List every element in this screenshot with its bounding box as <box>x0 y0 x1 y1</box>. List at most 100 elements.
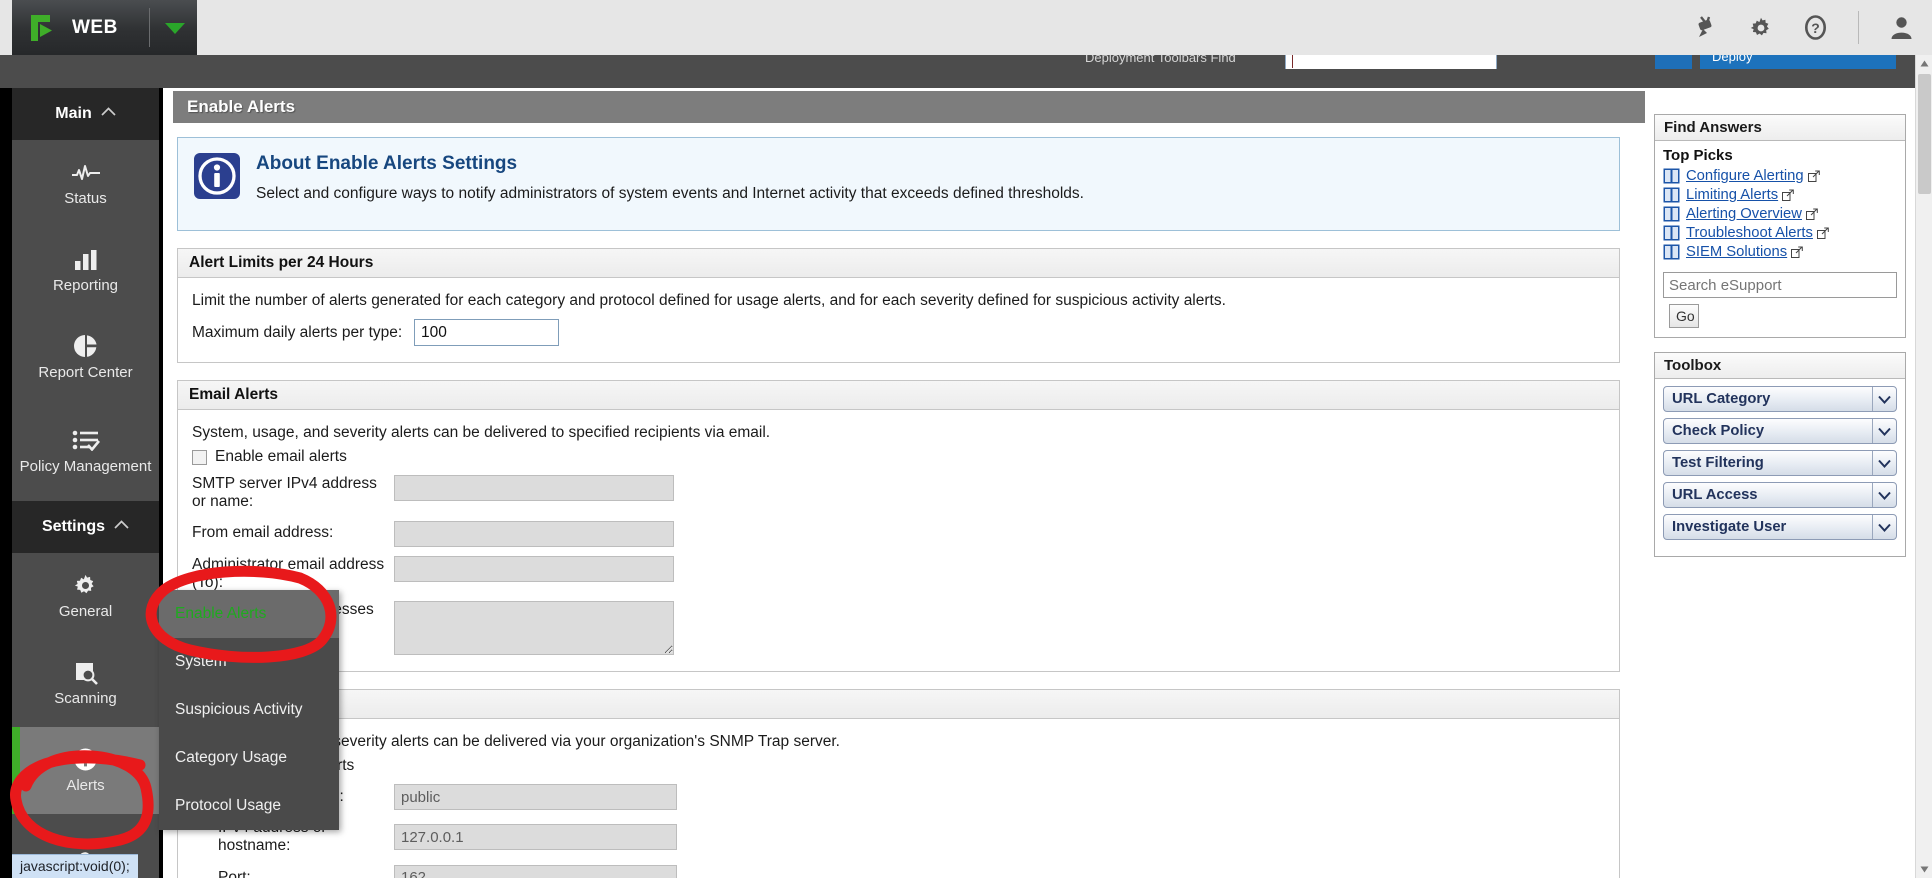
email-alerts-heading: Email Alerts <box>178 381 1619 410</box>
svg-text:?: ? <box>1811 20 1820 36</box>
page-scrollbar[interactable] <box>1915 55 1932 878</box>
sidebar-group-main[interactable]: Main <box>12 88 159 140</box>
sidebar-item-general[interactable]: General <box>12 553 159 640</box>
secondary-toolbar-label: Deployment Toolbars Find <box>1085 55 1236 65</box>
chevron-down-icon[interactable] <box>165 23 185 34</box>
toolbox-check-policy-select[interactable]: Check Policy <box>1663 418 1897 444</box>
email-alerts-description: System, usage, and severity alerts can b… <box>192 424 771 441</box>
snmp-port-input[interactable] <box>394 864 677 878</box>
link-troubleshoot-alerts[interactable]: Troubleshoot Alerts <box>1686 225 1813 241</box>
sidebar-item-report-center[interactable]: Report Center <box>12 314 159 401</box>
book-icon <box>1663 244 1680 260</box>
find-answers-heading: Find Answers <box>1655 115 1905 141</box>
toolbar-small-button[interactable] <box>1655 55 1692 69</box>
sidebar-group-settings[interactable]: Settings <box>12 501 159 553</box>
toolbox-option-label: Test Filtering <box>1672 455 1764 471</box>
snmp-alerts-heading: SNMP Alerts <box>178 690 1619 720</box>
plug-icon[interactable] <box>1693 14 1718 41</box>
scroll-down-arrow-icon[interactable] <box>1916 861 1932 878</box>
admin-email-input[interactable] <box>394 555 674 582</box>
flyout-item-protocol-usage[interactable]: Protocol Usage <box>159 782 339 830</box>
search-go-button[interactable]: Go <box>1669 304 1699 328</box>
sidebar-item-label: Policy Management <box>19 457 152 475</box>
user-avatar-icon[interactable] <box>1889 14 1914 41</box>
chevron-down-icon <box>1872 483 1896 507</box>
smtp-server-label: SMTP server IPv4 address or name: <box>192 475 377 511</box>
flyout-item-category-usage[interactable]: Category Usage <box>159 734 339 782</box>
flyout-item-suspicious-activity[interactable]: Suspicious Activity <box>159 686 339 734</box>
sidebar-group-settings-label: Settings <box>41 518 106 535</box>
sidebar-item-status[interactable]: Status <box>12 140 159 227</box>
sidebar-item-scanning[interactable]: Scanning <box>12 640 159 727</box>
snmp-ipv4-input[interactable] <box>394 824 677 851</box>
enable-email-alerts-label: Enable email alerts <box>215 448 347 465</box>
search-esupport-input[interactable] <box>1663 272 1897 298</box>
brand-block[interactable]: WEB <box>12 0 197 55</box>
sidebar-item-label: Status <box>64 190 107 208</box>
bar-chart-icon <box>74 246 98 273</box>
smtp-server-input[interactable] <box>394 475 674 501</box>
pulse-icon <box>71 159 101 186</box>
page-title: Enable Alerts <box>173 91 1645 123</box>
right-side-panel: Find Answers Top Picks Configure Alertin… <box>1645 88 1915 878</box>
flyout-item-label: Protocol Usage <box>175 797 281 814</box>
find-answers-link-row[interactable]: SIEM Solutions <box>1663 244 1897 260</box>
external-link-icon <box>1807 170 1820 182</box>
alert-limits-description: Limit the number of alerts generated for… <box>192 292 1226 309</box>
find-answers-link-row[interactable]: Troubleshoot Alerts <box>1663 225 1897 241</box>
external-link-icon <box>1805 208 1818 220</box>
alert-limits-section: Alert Limits per 24 Hours Limit the numb… <box>177 248 1620 363</box>
toolbox-url-category-select[interactable]: URL Category <box>1663 386 1897 412</box>
left-black-gutter <box>0 0 12 878</box>
toolbox-url-access-select[interactable]: URL Access <box>1663 482 1897 508</box>
main-content-area: Enable Alerts About Enable Alerts Settin… <box>159 88 1645 878</box>
toolbox-heading: Toolbox <box>1655 353 1905 379</box>
link-configure-alerting[interactable]: Configure Alerting <box>1686 168 1804 184</box>
max-daily-alerts-input[interactable] <box>414 319 559 346</box>
link-alerting-overview[interactable]: Alerting Overview <box>1686 206 1802 222</box>
toolbox-option-label: URL Category <box>1672 391 1771 407</box>
sidebar-item-label: Report Center <box>38 364 133 382</box>
sidebar-item-label: Alerts <box>66 777 105 795</box>
flyout-item-label: Category Usage <box>175 749 288 766</box>
toolbox-investigate-user-select[interactable]: Investigate User <box>1663 514 1897 540</box>
from-email-input[interactable] <box>394 520 674 547</box>
toolbar-search-input[interactable] <box>1285 55 1497 69</box>
from-email-label: From email address: <box>192 524 334 542</box>
find-answers-link-row[interactable]: Limiting Alerts <box>1663 187 1897 203</box>
sidebar-item-reporting[interactable]: Reporting <box>12 227 159 314</box>
sidebar-item-policy-management[interactable]: Policy Management <box>12 401 159 501</box>
info-icon <box>194 153 240 199</box>
external-link-icon <box>1791 246 1803 258</box>
scrollbar-thumb[interactable] <box>1918 74 1931 194</box>
forcepoint-logo-icon <box>26 11 60 45</box>
chevron-down-icon <box>1872 387 1896 411</box>
external-link-icon <box>1782 189 1794 201</box>
about-title: About Enable Alerts Settings <box>256 153 518 174</box>
gear-icon[interactable] <box>1748 14 1773 41</box>
alerts-flyout-menu: Enable Alerts System Suspicious Activity… <box>159 590 339 830</box>
toolbox-option-label: URL Access <box>1672 487 1758 503</box>
find-answers-link-row[interactable]: Alerting Overview <box>1663 206 1897 222</box>
enable-email-alerts-checkbox[interactable] <box>192 449 207 465</box>
toolbox-card: Toolbox URL Category Check Policy Test F… <box>1654 352 1906 557</box>
toolbox-option-label: Investigate User <box>1672 519 1787 535</box>
flyout-item-enable-alerts[interactable]: Enable Alerts <box>159 590 339 638</box>
sidebar-item-alerts[interactable]: Alerts <box>12 727 159 814</box>
scroll-up-arrow-icon[interactable] <box>1916 55 1932 72</box>
left-sidebar: Main Status Reporting Report Center Poli… <box>12 88 159 878</box>
top-header-bar: WEB ? <box>0 0 1932 55</box>
link-siem-solutions[interactable]: SIEM Solutions <box>1686 244 1787 260</box>
flyout-item-system[interactable]: System <box>159 638 339 686</box>
about-info-box: About Enable Alerts Settings Select and … <box>177 137 1620 231</box>
alert-limits-heading: Alert Limits per 24 Hours <box>178 249 1619 278</box>
toolbox-test-filtering-select[interactable]: Test Filtering <box>1663 450 1897 476</box>
sidebar-item-label: Reporting <box>52 277 119 295</box>
community-name-input[interactable] <box>394 784 677 811</box>
link-limiting-alerts[interactable]: Limiting Alerts <box>1686 187 1778 203</box>
find-answers-link-row[interactable]: Configure Alerting <box>1663 168 1897 184</box>
help-icon[interactable]: ? <box>1803 14 1828 41</box>
checklist-icon <box>72 427 100 454</box>
recipient-emails-textarea[interactable] <box>394 601 674 656</box>
brand-title: WEB <box>72 16 118 38</box>
